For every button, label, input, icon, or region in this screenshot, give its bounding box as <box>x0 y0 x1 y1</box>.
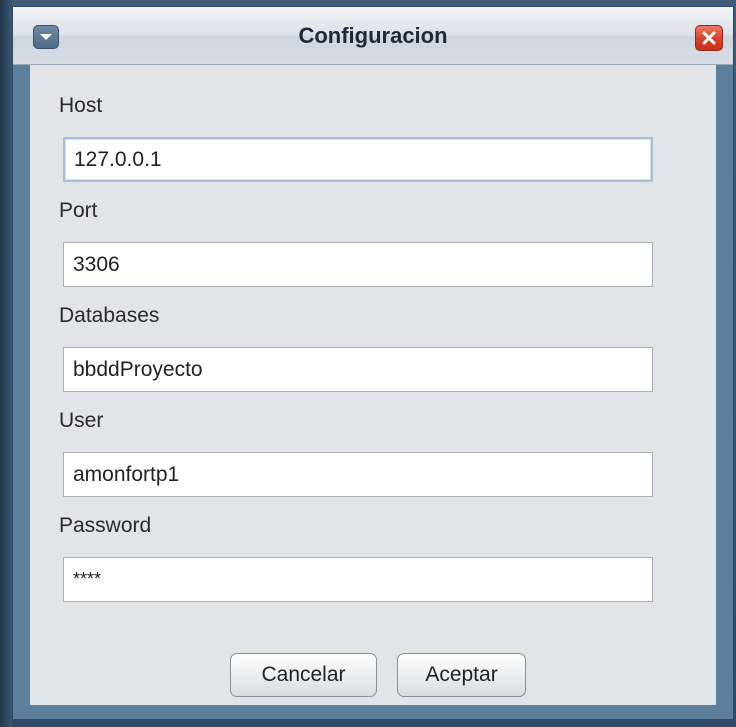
host-label: Host <box>59 94 103 117</box>
close-icon <box>702 31 716 45</box>
user-input[interactable] <box>63 452 653 497</box>
cancel-button[interactable]: Cancelar <box>230 653 377 697</box>
user-label: User <box>59 409 104 432</box>
window-menu-button[interactable] <box>33 25 59 49</box>
databases-label: Databases <box>59 304 160 327</box>
port-input[interactable] <box>63 242 653 287</box>
accept-button[interactable]: Aceptar <box>397 653 526 697</box>
chevron-down-icon <box>40 34 52 40</box>
host-input[interactable] <box>63 137 653 182</box>
port-label: Port <box>59 199 98 222</box>
desktop-background <box>0 0 12 727</box>
title-bar[interactable]: Configuracion <box>13 7 733 65</box>
window-title: Configuracion <box>298 23 448 48</box>
dialog-content: Host Port Databases User Password Cancel… <box>30 65 716 705</box>
close-button[interactable] <box>695 25 723 51</box>
databases-input[interactable] <box>63 347 653 392</box>
config-dialog: Configuracion Host Port Databases User P… <box>12 6 734 720</box>
password-input[interactable] <box>63 557 653 602</box>
password-label: Password <box>59 514 152 537</box>
